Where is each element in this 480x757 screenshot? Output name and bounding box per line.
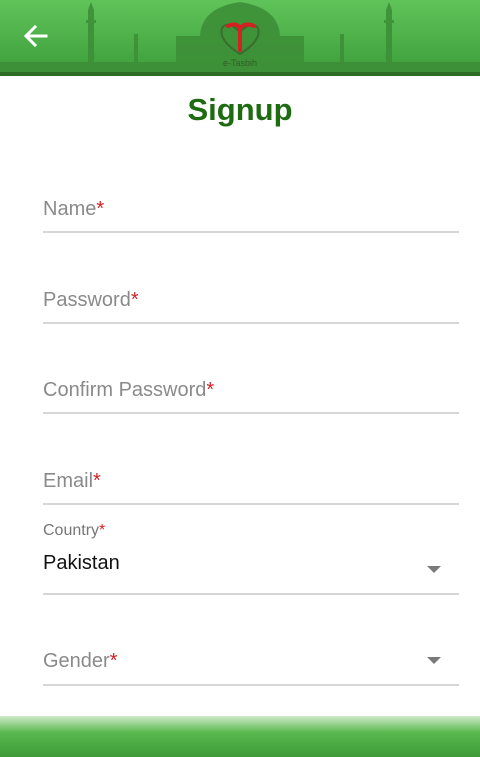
- page-title: Signup: [187, 92, 293, 127]
- password-field[interactable]: Password*: [43, 281, 459, 324]
- arrow-left-icon: [23, 24, 48, 48]
- logo-text: e-Tasbih: [222, 58, 258, 68]
- country-value: Pakistan: [43, 552, 120, 574]
- gender-select[interactable]: Gender*: [43, 642, 459, 686]
- required-mark: *: [130, 289, 139, 311]
- required-mark: *: [99, 522, 106, 539]
- confirm-password-label: Confirm Password*: [43, 379, 215, 401]
- email-field[interactable]: Email*: [43, 462, 459, 505]
- name-field[interactable]: Name*: [43, 190, 459, 233]
- country-label: Country*: [43, 522, 106, 539]
- confirm-password-field[interactable]: Confirm Password*: [43, 371, 459, 414]
- required-mark: *: [93, 470, 101, 492]
- country-select[interactable]: Country* Pakistan: [43, 522, 459, 595]
- required-mark: *: [96, 198, 105, 220]
- back-button[interactable]: [20, 20, 52, 52]
- dropdown-arrow-icon: [427, 566, 441, 573]
- email-label: Email*: [43, 470, 101, 492]
- name-label: Name*: [43, 198, 105, 220]
- gender-label: Gender*: [43, 650, 118, 672]
- app-header: e-Tasbih: [0, 0, 480, 76]
- required-mark: *: [206, 379, 215, 401]
- password-label: Password*: [43, 289, 139, 311]
- dropdown-arrow-icon: [427, 657, 441, 664]
- footer-bar: [0, 716, 480, 757]
- required-mark: *: [109, 650, 118, 672]
